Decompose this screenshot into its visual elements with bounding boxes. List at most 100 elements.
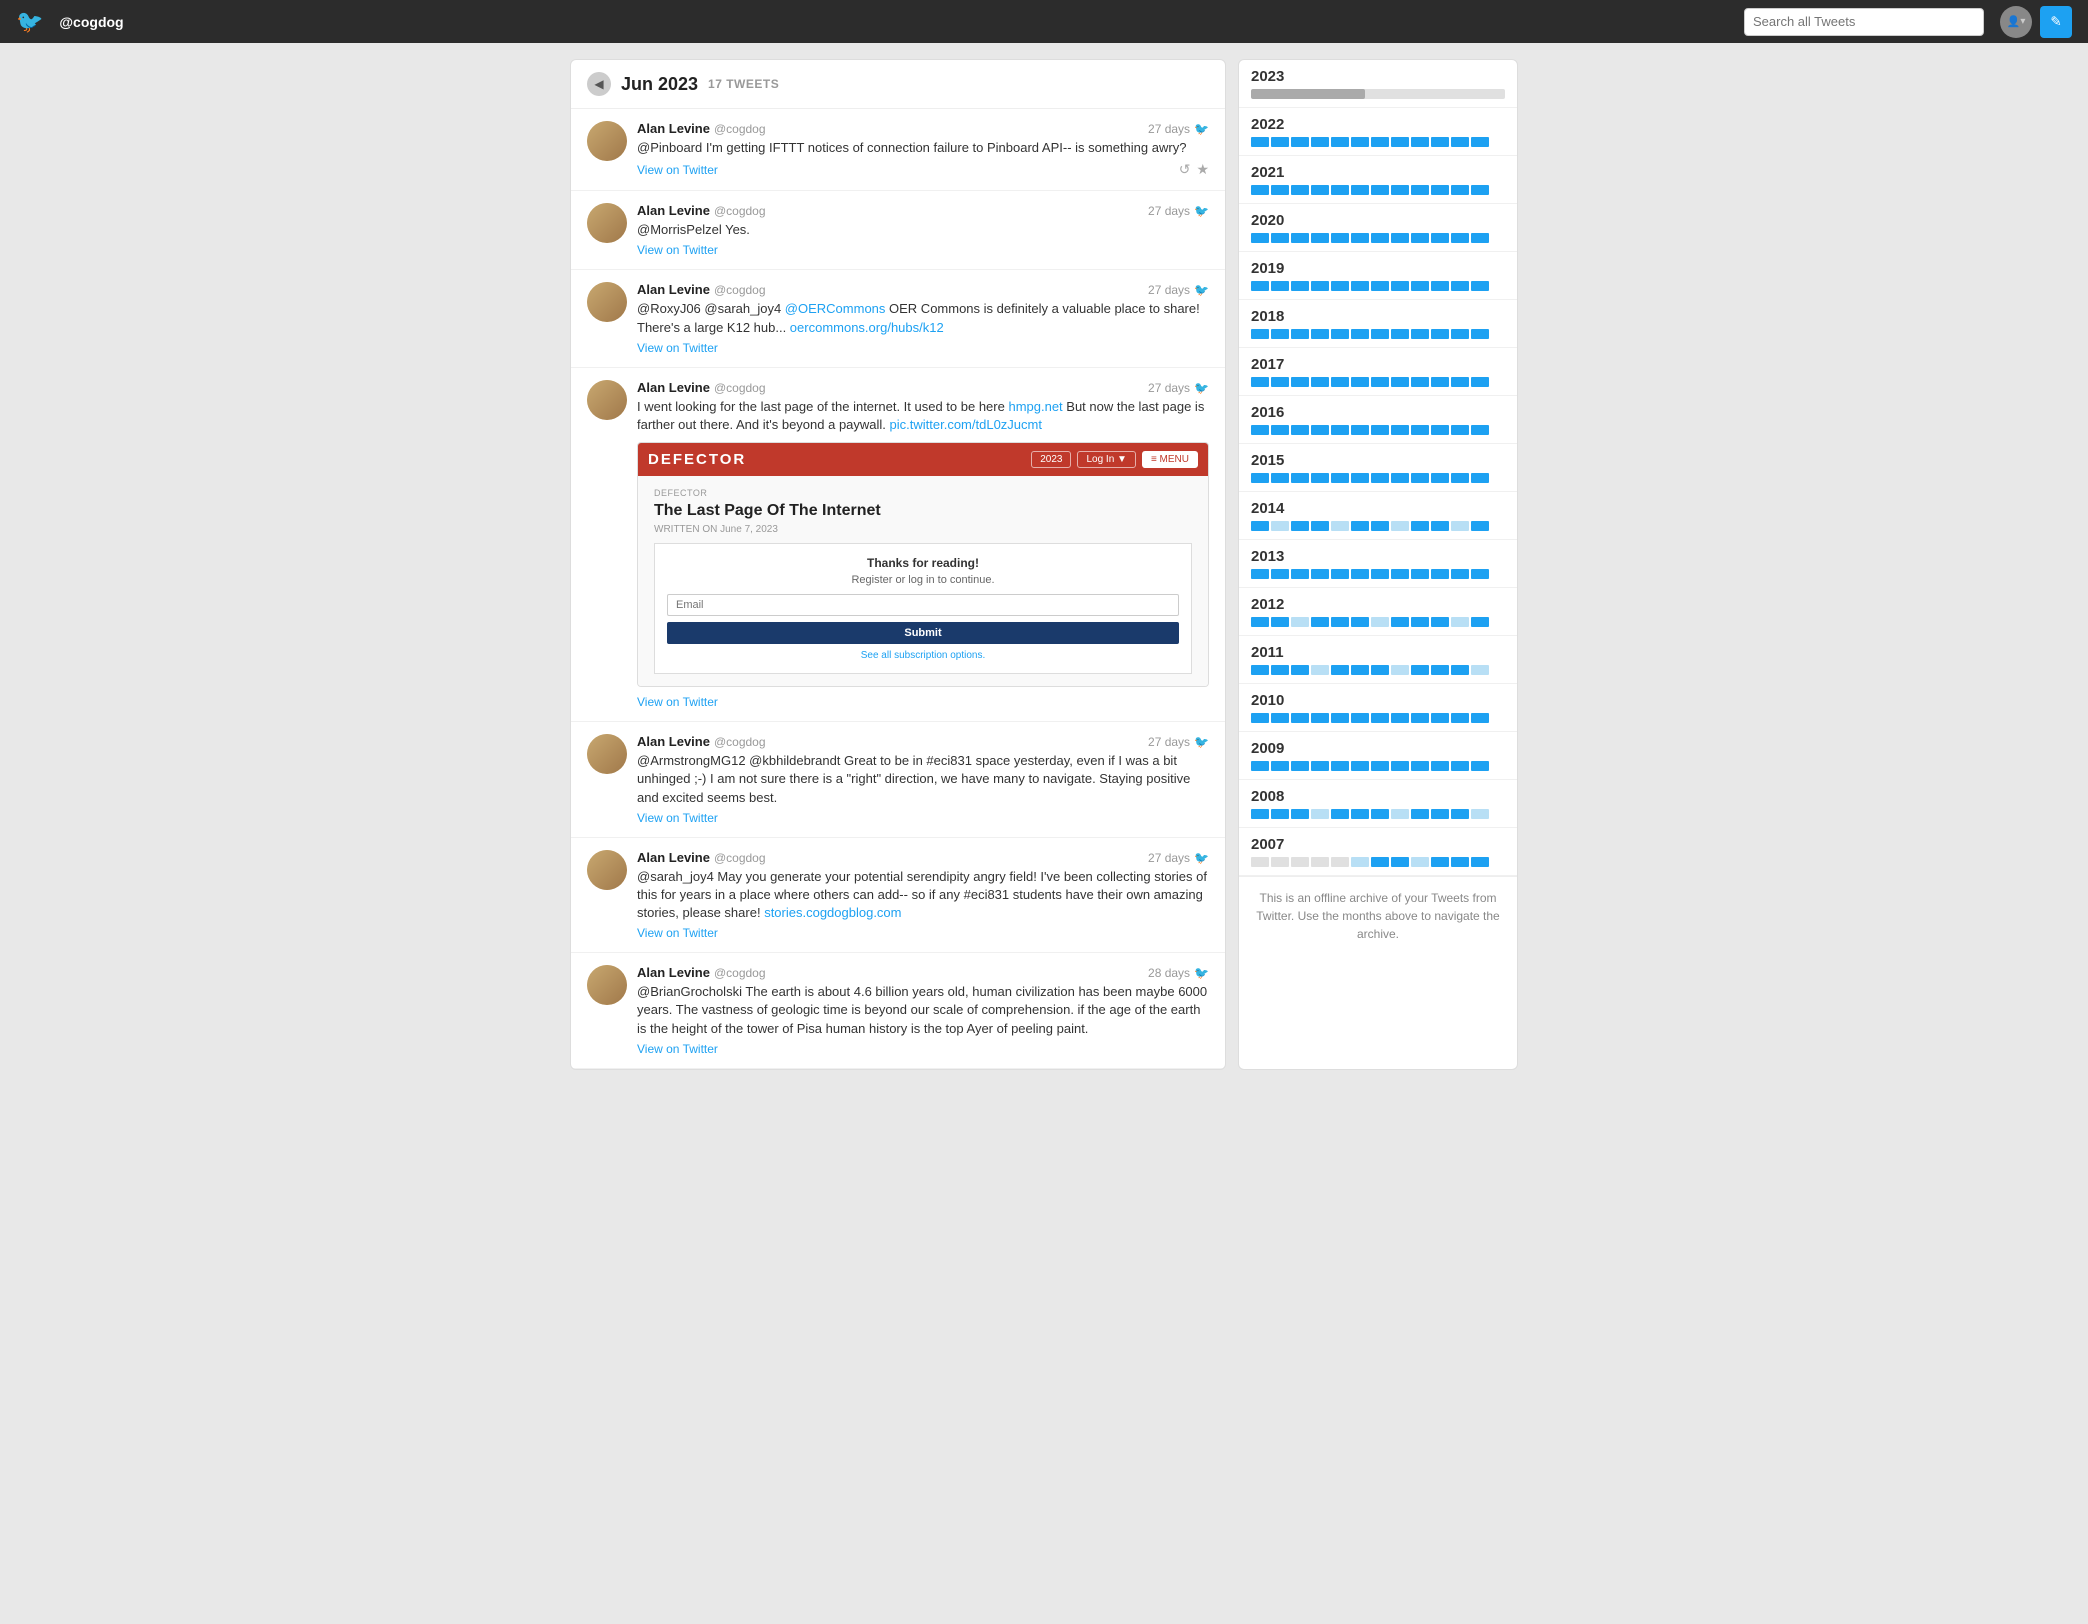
month-block[interactable] bbox=[1251, 665, 1269, 675]
month-block[interactable] bbox=[1391, 713, 1409, 723]
month-block[interactable] bbox=[1351, 761, 1369, 771]
month-block[interactable] bbox=[1351, 569, 1369, 579]
month-block[interactable] bbox=[1371, 761, 1389, 771]
month-block[interactable] bbox=[1271, 233, 1289, 243]
month-block[interactable] bbox=[1471, 377, 1489, 387]
month-block[interactable] bbox=[1451, 761, 1469, 771]
month-block[interactable] bbox=[1271, 329, 1289, 339]
month-block[interactable] bbox=[1391, 857, 1409, 867]
month-block[interactable] bbox=[1311, 281, 1329, 291]
month-block[interactable] bbox=[1471, 713, 1489, 723]
month-block[interactable] bbox=[1411, 761, 1429, 771]
month-block[interactable] bbox=[1431, 425, 1449, 435]
month-block[interactable] bbox=[1431, 569, 1449, 579]
month-block[interactable] bbox=[1431, 233, 1449, 243]
month-block[interactable] bbox=[1271, 809, 1289, 819]
month-block[interactable] bbox=[1471, 857, 1489, 867]
month-block[interactable] bbox=[1391, 137, 1409, 147]
month-block[interactable] bbox=[1451, 233, 1469, 243]
submit-button[interactable]: Submit bbox=[667, 622, 1179, 644]
month-block[interactable] bbox=[1351, 137, 1369, 147]
month-block[interactable] bbox=[1431, 617, 1449, 627]
month-block[interactable] bbox=[1411, 185, 1429, 195]
view-on-twitter-link[interactable]: View on Twitter bbox=[637, 341, 718, 355]
month-block[interactable] bbox=[1291, 281, 1309, 291]
month-block[interactable] bbox=[1391, 281, 1409, 291]
month-block[interactable] bbox=[1311, 569, 1329, 579]
month-block[interactable] bbox=[1471, 425, 1489, 435]
month-block[interactable] bbox=[1331, 569, 1349, 579]
month-block[interactable] bbox=[1371, 377, 1389, 387]
month-block[interactable] bbox=[1331, 713, 1349, 723]
month-block[interactable] bbox=[1331, 425, 1349, 435]
retweet-icon[interactable]: ↺ bbox=[1179, 161, 1191, 178]
month-block[interactable] bbox=[1431, 185, 1449, 195]
month-block[interactable] bbox=[1291, 521, 1309, 531]
month-block[interactable] bbox=[1471, 329, 1489, 339]
subscribe-button[interactable]: 2023 bbox=[1031, 451, 1071, 468]
month-block[interactable] bbox=[1251, 233, 1269, 243]
month-block[interactable] bbox=[1471, 617, 1489, 627]
month-block[interactable] bbox=[1311, 713, 1329, 723]
month-block[interactable] bbox=[1471, 473, 1489, 483]
month-block[interactable] bbox=[1291, 665, 1309, 675]
month-block[interactable] bbox=[1251, 713, 1269, 723]
month-block[interactable] bbox=[1311, 137, 1329, 147]
view-on-twitter-link[interactable]: View on Twitter bbox=[637, 243, 718, 257]
month-block[interactable] bbox=[1391, 665, 1409, 675]
month-block[interactable] bbox=[1351, 713, 1369, 723]
month-block[interactable] bbox=[1451, 473, 1469, 483]
month-block[interactable] bbox=[1291, 809, 1309, 819]
month-block[interactable] bbox=[1271, 713, 1289, 723]
view-on-twitter-link[interactable]: View on Twitter bbox=[637, 695, 718, 709]
month-block[interactable] bbox=[1411, 425, 1429, 435]
month-block[interactable] bbox=[1411, 665, 1429, 675]
month-block[interactable] bbox=[1311, 329, 1329, 339]
view-on-twitter-link[interactable]: View on Twitter bbox=[637, 163, 718, 177]
month-block[interactable] bbox=[1311, 377, 1329, 387]
month-block[interactable] bbox=[1451, 521, 1469, 531]
month-block[interactable] bbox=[1371, 809, 1389, 819]
month-block[interactable] bbox=[1411, 617, 1429, 627]
month-block[interactable] bbox=[1431, 761, 1449, 771]
month-block[interactable] bbox=[1411, 809, 1429, 819]
month-block[interactable] bbox=[1251, 281, 1269, 291]
month-block[interactable] bbox=[1251, 521, 1269, 531]
month-block[interactable] bbox=[1431, 329, 1449, 339]
month-block[interactable] bbox=[1451, 425, 1469, 435]
month-block[interactable] bbox=[1291, 137, 1309, 147]
month-block[interactable] bbox=[1431, 713, 1449, 723]
month-block[interactable] bbox=[1351, 809, 1369, 819]
month-block[interactable] bbox=[1411, 233, 1429, 243]
month-block[interactable] bbox=[1331, 809, 1349, 819]
month-block[interactable] bbox=[1331, 521, 1349, 531]
month-block[interactable] bbox=[1471, 137, 1489, 147]
month-block[interactable] bbox=[1411, 377, 1429, 387]
month-block[interactable] bbox=[1411, 281, 1429, 291]
month-block[interactable] bbox=[1311, 809, 1329, 819]
month-block[interactable] bbox=[1471, 281, 1489, 291]
month-block[interactable] bbox=[1351, 377, 1369, 387]
month-block[interactable] bbox=[1291, 713, 1309, 723]
link-preview-card[interactable]: DEFECTOR 2023 Log In ▼ ≡ MENU DEFECTOR T… bbox=[637, 442, 1209, 687]
month-block[interactable] bbox=[1331, 137, 1349, 147]
month-block[interactable] bbox=[1451, 713, 1469, 723]
month-block[interactable] bbox=[1371, 425, 1389, 435]
month-block[interactable] bbox=[1271, 617, 1289, 627]
search-input[interactable] bbox=[1744, 8, 1984, 36]
month-block[interactable] bbox=[1431, 521, 1449, 531]
month-block[interactable] bbox=[1411, 857, 1429, 867]
month-block[interactable] bbox=[1271, 569, 1289, 579]
month-block[interactable] bbox=[1271, 473, 1289, 483]
month-block[interactable] bbox=[1251, 569, 1269, 579]
month-block[interactable] bbox=[1291, 569, 1309, 579]
month-block[interactable] bbox=[1431, 281, 1449, 291]
month-block[interactable] bbox=[1371, 857, 1389, 867]
month-block[interactable] bbox=[1411, 713, 1429, 723]
month-block[interactable] bbox=[1371, 617, 1389, 627]
month-block[interactable] bbox=[1291, 617, 1309, 627]
month-block[interactable] bbox=[1391, 809, 1409, 819]
month-block[interactable] bbox=[1411, 521, 1429, 531]
month-block[interactable] bbox=[1251, 425, 1269, 435]
month-block[interactable] bbox=[1251, 377, 1269, 387]
